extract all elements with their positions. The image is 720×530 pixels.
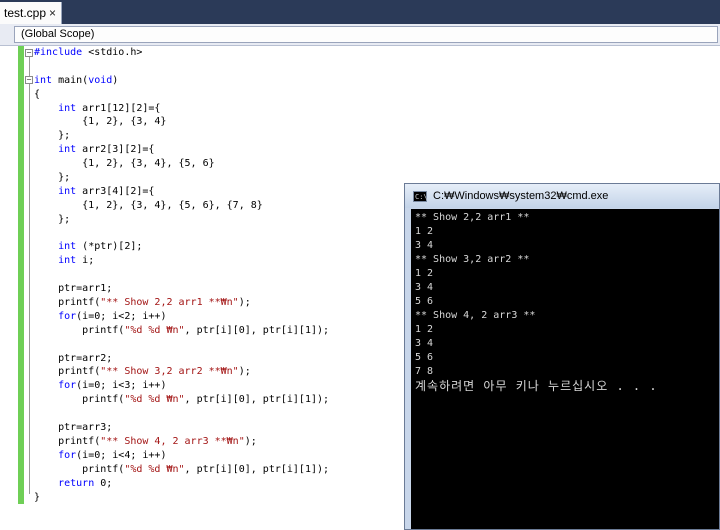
code-line: } xyxy=(34,491,41,503)
code-line: #include <stdio.h> xyxy=(34,47,143,58)
code-line: ptr=arr2; xyxy=(34,352,113,364)
console-title: C:₩Windows₩system32₩cmd.exe xyxy=(433,190,609,202)
code-line: int arr2[3][2]={ xyxy=(58,144,155,156)
console-output: ** Show 2,2 arr1 ** 1 2 3 4 ** Show 3,2 arr… xyxy=(411,209,719,393)
code-line: for(i=0; i<4; i++) xyxy=(58,449,167,461)
outlining-line xyxy=(29,54,30,494)
console-line: 1 2 xyxy=(415,226,434,237)
document-tab-strip: test.cpp × xyxy=(0,0,720,24)
code-line: }; xyxy=(34,130,71,142)
code-line: return 0; xyxy=(58,477,113,489)
navigation-bar: (Global Scope) xyxy=(0,24,720,46)
console-window[interactable]: C:\ C:₩Windows₩system32₩cmd.exe ** Show … xyxy=(404,183,720,530)
code-line: printf("%d %d ₩n", ptr[i][0], ptr[i][1])… xyxy=(34,394,330,406)
code-line: int arr1[12][2]={ xyxy=(58,102,161,114)
collapse-icon[interactable]: − xyxy=(25,76,33,84)
console-prompt: 계속하려면 아무 키나 누르십시오 . . . xyxy=(415,379,658,393)
console-line: 7 8 xyxy=(415,366,434,377)
console-line: ** Show 3,2 arr2 ** xyxy=(415,254,530,265)
code-line: int (*ptr)[2]; xyxy=(58,241,143,253)
code-line: printf("%d %d ₩n", ptr[i][0], ptr[i][1])… xyxy=(34,463,330,475)
console-line: 3 4 xyxy=(415,338,434,349)
console-icon: C:\ xyxy=(413,190,428,202)
tab-title: test.cpp xyxy=(4,6,47,20)
console-titlebar[interactable]: C:\ C:₩Windows₩system32₩cmd.exe xyxy=(405,184,719,208)
code-line: {1, 2}, {3, 4}, {5, 6}, {7, 8} xyxy=(34,199,263,211)
scope-dropdown[interactable]: (Global Scope) xyxy=(14,26,718,43)
console-line: 3 4 xyxy=(415,282,434,293)
code-line: printf("** Show 3,2 arr2 **₩n"); xyxy=(34,366,251,378)
collapse-icon[interactable]: − xyxy=(25,49,33,57)
console-line: 1 2 xyxy=(415,268,434,279)
close-icon[interactable]: × xyxy=(49,7,56,19)
code-line: { xyxy=(34,88,41,100)
tab-test-cpp[interactable]: test.cpp × xyxy=(0,2,62,24)
code-line: {1, 2}, {3, 4}, {5, 6} xyxy=(34,158,215,170)
code-line: for(i=0; i<2; i++) xyxy=(58,310,167,322)
code-line: ptr=arr1; xyxy=(34,283,113,295)
code-line: printf("** Show 4, 2 arr3 **₩n"); xyxy=(34,435,257,447)
code-line: int i; xyxy=(58,255,95,267)
code-line: {1, 2}, {3, 4} xyxy=(34,116,167,128)
console-line: 3 4 xyxy=(415,240,434,251)
console-line: 5 6 xyxy=(415,352,434,363)
code-line: }; xyxy=(34,213,71,225)
change-tracking-bar xyxy=(18,46,24,504)
code-line: printf("%d %d ₩n", ptr[i][0], ptr[i][1])… xyxy=(34,324,330,336)
console-line: 5 6 xyxy=(415,296,434,307)
console-line: 1 2 xyxy=(415,324,434,335)
code-line: int main(void) xyxy=(34,74,119,86)
console-output-area[interactable]: ** Show 2,2 arr1 ** 1 2 3 4 ** Show 3,2 arr… xyxy=(411,209,719,529)
code-line: }; xyxy=(34,172,71,184)
code-line: printf("** Show 2,2 arr1 **₩n"); xyxy=(34,297,251,309)
code-line: int arr3[4][2]={ xyxy=(58,185,155,197)
source-code[interactable]: #include <stdio.h> int main(void) { int ar… xyxy=(34,46,329,504)
console-line: ** Show 4, 2 arr3 ** xyxy=(415,310,536,321)
console-line: ** Show 2,2 arr1 ** xyxy=(415,212,530,223)
code-line: for(i=0; i<3; i++) xyxy=(58,380,167,392)
code-line: ptr=arr3; xyxy=(34,422,113,434)
